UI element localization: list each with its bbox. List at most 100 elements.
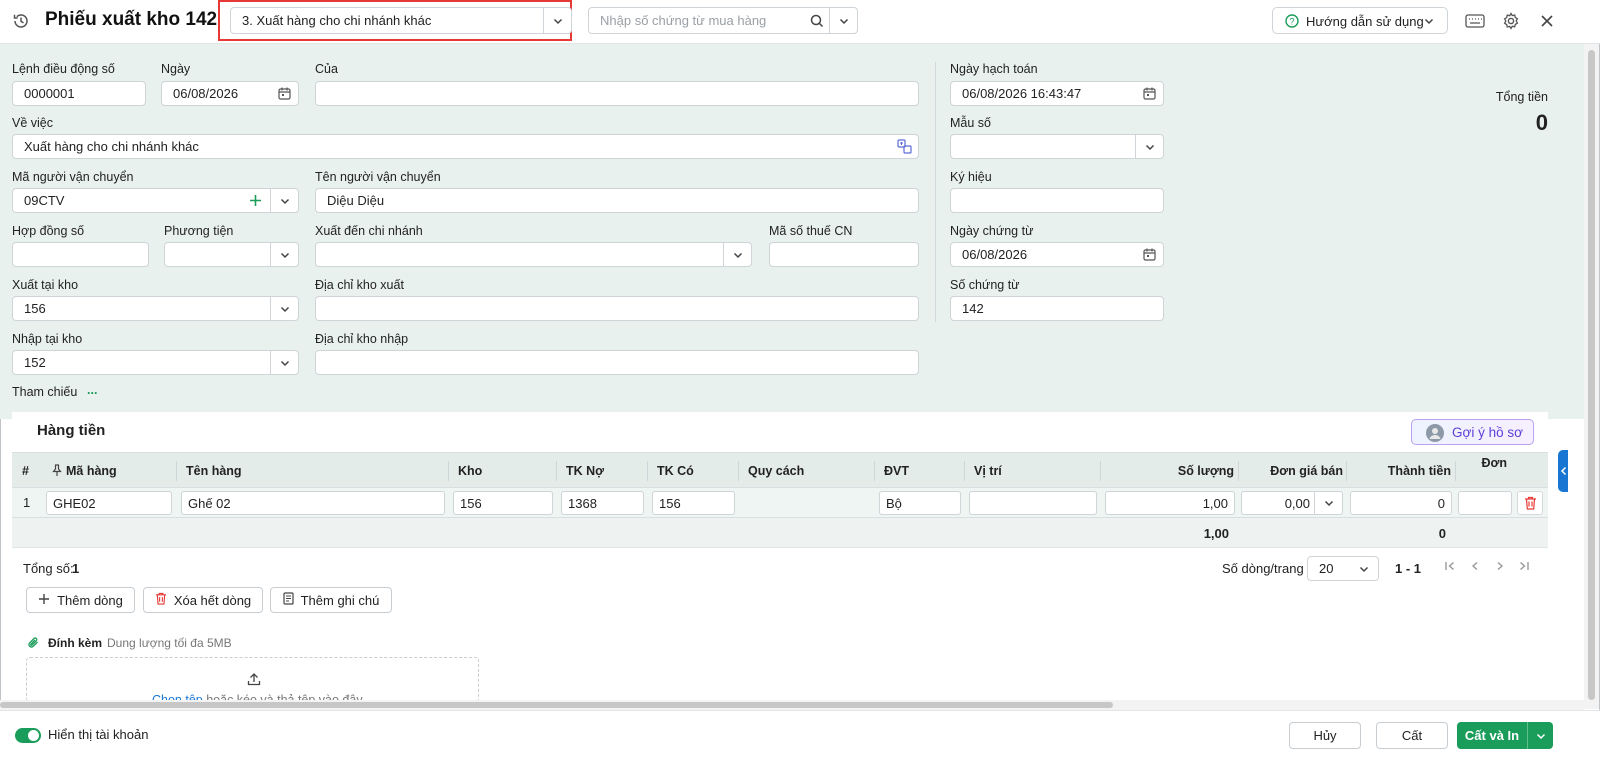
ma-hang-cell[interactable]: GHE02 <box>46 491 172 515</box>
lenh-dieu-dong-value: 0000001 <box>24 86 75 101</box>
ten-nguoi-vc-value: Diệu Diệu <box>327 193 385 208</box>
mau-so-select[interactable] <box>950 134 1164 159</box>
table-row[interactable]: 1 GHE02 Ghế 02 156 1368 156 Bộ 1,00 0,00… <box>12 488 1548 518</box>
hop-dong-input[interactable] <box>12 242 149 267</box>
ma-nguoi-vc-value: 09CTV <box>24 193 65 208</box>
col-quy-cach: Quy cách <box>748 464 805 478</box>
add-row-button[interactable]: Thêm dòng <box>26 587 135 613</box>
vertical-scroll-thumb[interactable] <box>1588 50 1595 700</box>
cua-input[interactable] <box>315 81 919 106</box>
dia-chi-kho-xuat-input[interactable] <box>315 296 919 321</box>
plus-icon[interactable] <box>249 194 262 210</box>
chevron-down-icon[interactable] <box>543 8 571 33</box>
dvt-cell[interactable]: Bộ <box>879 491 961 515</box>
keyboard-icon[interactable] <box>1462 9 1488 33</box>
chevron-down-icon[interactable] <box>270 189 298 212</box>
cancel-button[interactable]: Hủy <box>1289 722 1361 749</box>
voucher-type-select[interactable]: 3. Xuất hàng cho chi nhánh khác <box>230 7 572 34</box>
translate-icon[interactable] <box>890 135 918 158</box>
column-divider <box>448 461 449 481</box>
rows-per-page-select[interactable]: 20 <box>1307 556 1379 581</box>
ngay-chung-tu-input[interactable]: 06/08/2026 <box>950 242 1164 267</box>
lenh-dieu-dong-label: Lệnh điều động số <box>12 62 115 76</box>
add-note-button[interactable]: Thêm ghi chú <box>270 587 392 613</box>
close-icon[interactable] <box>1534 9 1560 33</box>
calendar-icon[interactable] <box>270 82 298 105</box>
dvt-value: Bộ <box>886 495 902 511</box>
ky-hieu-input[interactable] <box>950 188 1164 213</box>
chevron-down-icon[interactable] <box>270 351 298 374</box>
column-divider <box>1100 461 1101 481</box>
vi-tri-cell[interactable] <box>969 491 1097 515</box>
chevron-down-icon <box>1423 15 1435 30</box>
calendar-icon[interactable] <box>1135 82 1163 105</box>
last-page-icon[interactable] <box>1518 560 1530 575</box>
don-cell[interactable] <box>1458 491 1512 515</box>
chevron-down-icon[interactable] <box>270 243 298 266</box>
so-chung-tu-input[interactable]: 142 <box>950 296 1164 321</box>
side-panel-toggle[interactable] <box>1558 450 1568 492</box>
column-divider <box>1238 461 1239 481</box>
lenh-dieu-dong-input[interactable]: 0000001 <box>12 81 146 106</box>
save-button[interactable]: Cất <box>1376 722 1448 749</box>
phuong-tien-select[interactable] <box>164 242 299 267</box>
row-index: 1 <box>23 495 31 510</box>
xuat-den-cn-select[interactable] <box>315 242 752 267</box>
column-divider <box>1346 461 1347 481</box>
col-tk-no: TK Nợ <box>566 464 605 478</box>
nhap-tai-kho-value: 152 <box>24 355 46 370</box>
ngay-date-input[interactable]: 06/08/2026 <box>161 81 299 106</box>
delete-all-rows-button[interactable]: Xóa hết dòng <box>143 587 263 613</box>
don-gia-ban-value: 0,00 <box>1284 495 1310 511</box>
thanh-tien-cell[interactable]: 0 <box>1350 491 1452 515</box>
don-gia-ban-cell[interactable]: 0,00 <box>1241 491 1343 515</box>
search-icon[interactable] <box>810 14 824 31</box>
prev-page-icon[interactable] <box>1469 560 1481 575</box>
tham-chieu-more-link[interactable]: ... <box>87 383 97 397</box>
ten-hang-cell[interactable]: Ghế 02 <box>181 491 445 515</box>
xuat-tai-kho-select[interactable]: 156 <box>12 296 299 321</box>
save-print-button[interactable]: Cất và In <box>1457 722 1553 749</box>
file-drop-zone[interactable]: Chọn tệp hoặc kéo và thả tệp vào đây <box>26 657 479 702</box>
horizontal-scroll-thumb[interactable] <box>0 702 1113 708</box>
chevron-down-icon[interactable] <box>270 297 298 320</box>
ngay-chung-tu-value: 06/08/2026 <box>962 247 1028 262</box>
col-index: # <box>22 464 29 478</box>
so-luong-cell[interactable]: 1,00 <box>1105 491 1235 515</box>
rows-per-page-label: Số dòng/trang <box>1222 561 1304 576</box>
ma-nguoi-vc-select[interactable]: 09CTV <box>12 188 299 213</box>
note-icon <box>283 592 294 608</box>
footer-bar: Hiển thị tài khoản Hủy Cất Cất và In <box>0 710 1600 770</box>
show-account-toggle[interactable] <box>15 728 41 743</box>
dia-chi-kho-nhap-input[interactable] <box>315 350 919 375</box>
chevron-down-icon[interactable] <box>829 8 857 33</box>
nhap-tai-kho-select[interactable]: 152 <box>12 350 299 375</box>
chevron-down-icon[interactable] <box>1528 730 1553 742</box>
ngay-hach-toan-input[interactable]: 06/08/2026 16:43:47 <box>950 81 1164 106</box>
column-divider <box>556 461 557 481</box>
chevron-down-icon[interactable] <box>723 243 751 266</box>
pin-icon[interactable] <box>52 464 62 480</box>
tk-co-cell[interactable]: 156 <box>652 491 735 515</box>
trash-icon[interactable] <box>1517 491 1543 515</box>
history-icon[interactable] <box>10 10 32 32</box>
add-row-label: Thêm dòng <box>57 592 123 608</box>
chevron-down-icon[interactable] <box>1314 492 1342 514</box>
ten-nguoi-vc-input[interactable]: Diệu Diệu <box>315 188 919 213</box>
hop-dong-label: Hợp đồng số <box>12 224 85 238</box>
so-luong-value: 1,00 <box>1202 495 1228 511</box>
ngay-hach-toan-label: Ngày hạch toán <box>950 62 1038 76</box>
next-page-icon[interactable] <box>1494 560 1506 575</box>
chevron-down-icon[interactable] <box>1135 135 1163 158</box>
ma-so-thue-input[interactable] <box>769 242 919 267</box>
gear-icon[interactable] <box>1498 9 1524 33</box>
column-divider <box>1455 461 1456 481</box>
first-page-icon[interactable] <box>1444 560 1456 575</box>
kho-cell[interactable]: 156 <box>453 491 553 515</box>
calendar-icon[interactable] <box>1135 243 1163 266</box>
ve-viec-input[interactable]: Xuất hàng cho chi nhánh khác <box>12 134 919 159</box>
help-dropdown[interactable]: ? Hướng dẫn sử dụng <box>1272 7 1448 34</box>
tk-no-cell[interactable]: 1368 <box>561 491 644 515</box>
purchase-search-input[interactable]: Nhập số chứng từ mua hàng <box>588 7 858 34</box>
suggest-button[interactable]: Gợi ý hồ sơ <box>1411 419 1534 445</box>
